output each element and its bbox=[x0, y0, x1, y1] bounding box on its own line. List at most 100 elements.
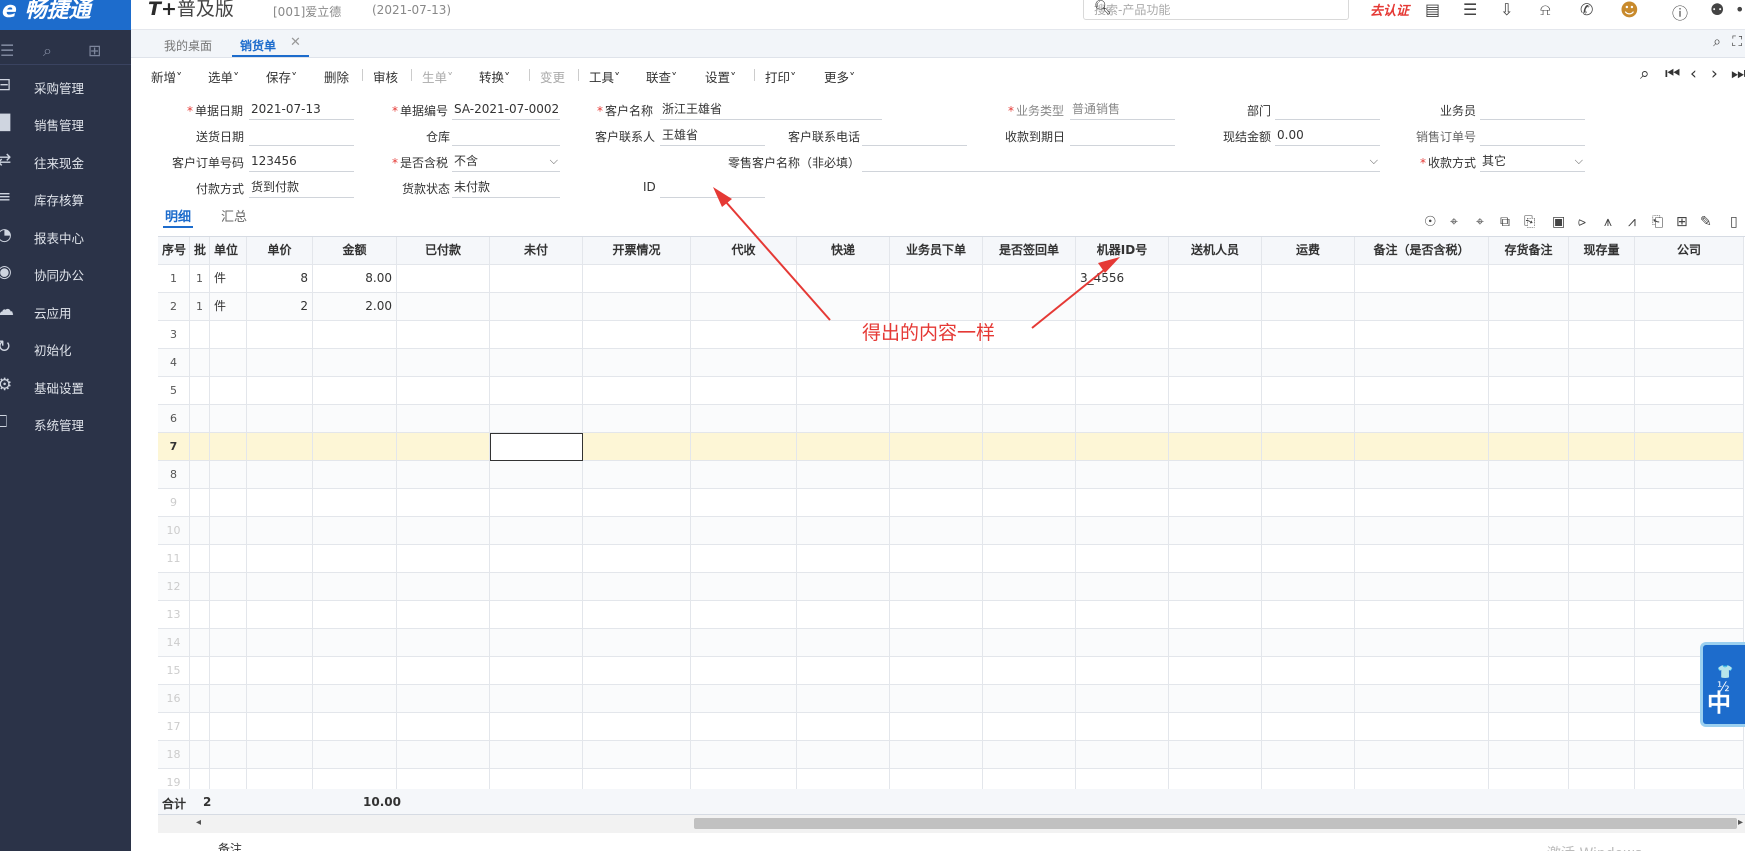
sidebar-item-sales[interactable]: ▇ 销售管理 bbox=[0, 108, 131, 138]
col-signed-cell[interactable] bbox=[983, 601, 1076, 629]
col-amount-cell[interactable] bbox=[313, 461, 397, 489]
col-freight-cell[interactable] bbox=[1262, 377, 1355, 405]
prev-record-icon[interactable]: ‹ bbox=[1690, 64, 1697, 84]
column-header[interactable]: 序号 bbox=[158, 237, 190, 265]
column-header[interactable]: 未付 bbox=[490, 237, 583, 265]
col-freight-cell[interactable] bbox=[1262, 657, 1355, 685]
col-paid-cell[interactable] bbox=[397, 629, 490, 657]
col-invoice-cell[interactable] bbox=[583, 489, 691, 517]
col-collect-cell[interactable] bbox=[691, 293, 797, 321]
col-unit-cell[interactable] bbox=[210, 321, 247, 349]
first-record-icon[interactable]: ⏮︎ bbox=[1665, 64, 1680, 84]
col-price-cell[interactable] bbox=[247, 769, 313, 789]
col-sales-order-cell[interactable] bbox=[890, 433, 983, 461]
col-unpaid-cell[interactable] bbox=[490, 769, 583, 789]
filter-icon[interactable]: ⪧ bbox=[1578, 214, 1586, 230]
grid-icon[interactable]: ⊞ bbox=[1676, 214, 1688, 230]
col-stock-qty-cell[interactable] bbox=[1569, 377, 1635, 405]
col-freight-cell[interactable] bbox=[1262, 489, 1355, 517]
col-paid-cell[interactable] bbox=[397, 433, 490, 461]
col-sales-order-cell[interactable] bbox=[890, 377, 983, 405]
avatar-icon[interactable]: ☻ bbox=[1620, 0, 1639, 21]
col-price-cell[interactable] bbox=[247, 657, 313, 685]
bell-icon[interactable]: ⍾ bbox=[1540, 0, 1551, 20]
col-freight-cell[interactable] bbox=[1262, 433, 1355, 461]
col-machine-id-cell[interactable] bbox=[1076, 545, 1169, 573]
col-stock-qty-cell[interactable] bbox=[1569, 769, 1635, 789]
col-amount-cell[interactable] bbox=[313, 321, 397, 349]
column-header[interactable]: 公司 bbox=[1635, 237, 1744, 265]
col-remark-tax-cell[interactable] bbox=[1355, 405, 1489, 433]
col-express-cell[interactable] bbox=[797, 349, 890, 377]
col-invoice-cell[interactable] bbox=[583, 685, 691, 713]
col-invoice-cell[interactable] bbox=[583, 405, 691, 433]
col-stock-remark-cell[interactable] bbox=[1489, 321, 1569, 349]
scan-icon[interactable]: ⌖ bbox=[1450, 214, 1458, 230]
col-sales-order-cell[interactable] bbox=[890, 573, 983, 601]
col-amount-cell[interactable] bbox=[313, 349, 397, 377]
col-invoice-cell[interactable] bbox=[583, 265, 691, 293]
column-header[interactable]: 送机人员 bbox=[1169, 237, 1262, 265]
bulb-icon[interactable]: ☉ bbox=[1424, 214, 1437, 230]
col-machine-id-cell[interactable] bbox=[1076, 573, 1169, 601]
col-express-cell[interactable] bbox=[797, 657, 890, 685]
col-remark-tax-cell[interactable] bbox=[1355, 545, 1489, 573]
col-express-cell[interactable] bbox=[797, 601, 890, 629]
col-signed-cell[interactable] bbox=[983, 349, 1076, 377]
col-company-cell[interactable] bbox=[1635, 433, 1744, 461]
col-invoice-cell[interactable] bbox=[583, 293, 691, 321]
col-unit-cell[interactable] bbox=[210, 657, 247, 685]
col-signed-cell[interactable] bbox=[983, 769, 1076, 789]
col-stock-remark-cell[interactable] bbox=[1489, 657, 1569, 685]
col-sales-order-cell[interactable] bbox=[890, 545, 983, 573]
col-paid-cell[interactable] bbox=[397, 377, 490, 405]
col-stock-remark-cell[interactable] bbox=[1489, 769, 1569, 789]
col-stock-qty-cell[interactable] bbox=[1569, 713, 1635, 741]
col-company-cell[interactable] bbox=[1635, 601, 1744, 629]
col-freight-cell[interactable] bbox=[1262, 545, 1355, 573]
col-company-cell[interactable] bbox=[1635, 461, 1744, 489]
col-stock-remark-cell[interactable] bbox=[1489, 265, 1569, 293]
col-unit-cell[interactable] bbox=[210, 573, 247, 601]
col-signed-cell[interactable] bbox=[983, 517, 1076, 545]
phone-icon[interactable]: ✆ bbox=[1580, 0, 1593, 19]
col-unpaid-cell[interactable] bbox=[490, 657, 583, 685]
col-stock-qty-cell[interactable] bbox=[1569, 629, 1635, 657]
col-unpaid-cell[interactable] bbox=[490, 685, 583, 713]
col-unit-cell[interactable] bbox=[210, 461, 247, 489]
column-header[interactable]: 已付款 bbox=[397, 237, 490, 265]
col-collect-cell[interactable] bbox=[691, 321, 797, 349]
col-amount-cell[interactable] bbox=[313, 657, 397, 685]
col-delivery-staff-cell[interactable] bbox=[1169, 769, 1262, 789]
col-price-cell[interactable]: 8 bbox=[247, 265, 313, 293]
col-unit-cell[interactable] bbox=[210, 377, 247, 405]
col-unit-cell[interactable] bbox=[210, 713, 247, 741]
col-price-cell[interactable] bbox=[247, 433, 313, 461]
column-header[interactable]: 业务员下单 bbox=[890, 237, 983, 265]
col-freight-cell[interactable] bbox=[1262, 769, 1355, 789]
search-menu-icon[interactable]: ⌕ bbox=[43, 41, 52, 61]
col-sales-order-cell[interactable] bbox=[890, 713, 983, 741]
col-qty-cell[interactable] bbox=[190, 741, 210, 769]
col-freight-cell[interactable] bbox=[1262, 349, 1355, 377]
user-icon[interactable]: ⚉ bbox=[1710, 0, 1724, 19]
col-stock-remark-cell[interactable] bbox=[1489, 713, 1569, 741]
col-remark-tax-cell[interactable] bbox=[1355, 321, 1489, 349]
col-delivery-staff-cell[interactable] bbox=[1169, 293, 1262, 321]
add-button[interactable]: 新增˅ bbox=[151, 67, 182, 86]
col-signed-cell[interactable] bbox=[983, 377, 1076, 405]
sidebar-item-office[interactable]: ◉ 协同办公 bbox=[0, 258, 131, 288]
col-invoice-cell[interactable] bbox=[583, 377, 691, 405]
settings-button[interactable]: 设置˅ bbox=[705, 67, 736, 86]
column-header[interactable]: 开票情况 bbox=[583, 237, 691, 265]
col-stock-qty-cell[interactable] bbox=[1569, 489, 1635, 517]
col-collect-cell[interactable] bbox=[691, 713, 797, 741]
col-paid-cell[interactable] bbox=[397, 601, 490, 629]
sidebar-item-init[interactable]: ↻ 初始化 bbox=[0, 333, 131, 363]
export-icon[interactable]: ⎗ bbox=[1652, 214, 1663, 230]
col-machine-id-cell[interactable] bbox=[1076, 685, 1169, 713]
pay-type-field[interactable]: 货到付款 bbox=[249, 178, 354, 198]
split-icon[interactable]: ⩚ bbox=[1604, 214, 1612, 230]
col-collect-cell[interactable] bbox=[691, 405, 797, 433]
col-express-cell[interactable] bbox=[797, 293, 890, 321]
